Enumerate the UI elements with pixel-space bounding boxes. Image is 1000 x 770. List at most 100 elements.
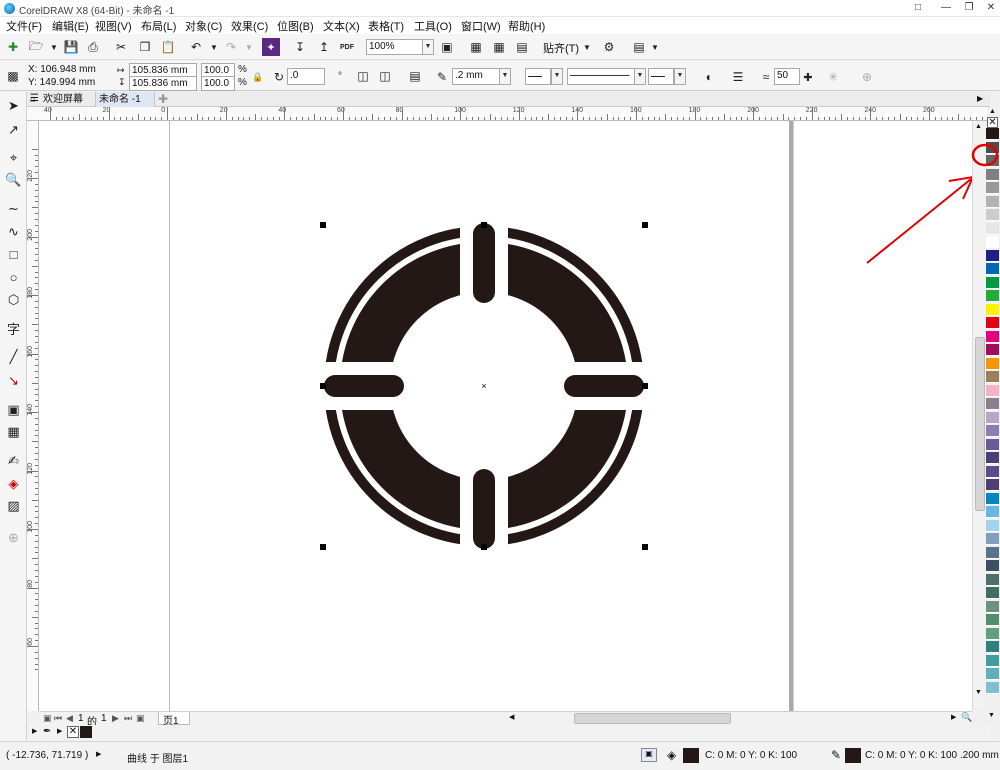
palette-swatch[interactable]	[986, 249, 999, 262]
menu-bitmaps[interactable]: 位图(B)	[277, 18, 314, 34]
undo-dropdown-icon[interactable]: ▼	[205, 38, 223, 56]
handle-top-left[interactable]	[320, 222, 326, 228]
smoothing-field[interactable]: 50	[774, 68, 800, 85]
snap-to-menu[interactable]: 贴齐(T)	[543, 40, 579, 56]
doc-palette-arrow-icon[interactable]: ▶	[32, 727, 37, 735]
palette-swatch[interactable]	[986, 573, 999, 586]
show-guidelines-icon[interactable]: ▤	[513, 38, 531, 56]
color-proof-icon[interactable]: ▣	[641, 748, 657, 762]
palette-swatch[interactable]	[986, 519, 999, 532]
scroll-up-icon[interactable]: ▲	[975, 123, 982, 130]
crop-tool-icon[interactable]: ⌖	[4, 148, 23, 167]
zoom-tool-icon[interactable]: 🔍	[4, 170, 23, 189]
menu-layout[interactable]: 布局(L)	[141, 18, 176, 34]
palette-swatch[interactable]	[986, 425, 999, 437]
new-tab-icon[interactable]: ✚	[157, 93, 169, 105]
close-curve-icon[interactable]: ◖	[699, 68, 717, 86]
palette-scroll-down-icon[interactable]: ▼	[988, 712, 995, 719]
outline-pen-status-icon[interactable]: ✎	[831, 748, 841, 762]
launcher-dropdown-icon[interactable]: ▼	[646, 38, 664, 56]
handle-bottom-center[interactable]	[481, 544, 487, 550]
lifebuoy-shape[interactable]: ×	[319, 221, 649, 551]
show-rulers-icon[interactable]: ▦	[467, 38, 485, 56]
line-style-dropdown-icon[interactable]: ▼	[634, 68, 646, 85]
handle-middle-right[interactable]	[642, 383, 648, 389]
hscroll-right-icon[interactable]: ▶	[951, 713, 956, 721]
scale-height-field[interactable]: 100.0	[201, 76, 235, 91]
palette-swatch[interactable]	[986, 546, 999, 559]
export-icon[interactable]: ↥	[315, 38, 333, 56]
palette-swatch[interactable]	[986, 627, 999, 640]
palette-swatch[interactable]	[986, 438, 999, 451]
palette-swatch[interactable]	[986, 465, 999, 478]
fill-color-swatch[interactable]	[683, 748, 699, 763]
redo-dropdown-icon[interactable]: ▼	[240, 38, 258, 56]
doc-palette-menu-icon[interactable]: ▶	[57, 727, 62, 735]
y-position-field[interactable]: Y: 149.994 mm	[26, 76, 106, 91]
freehand-tool-icon[interactable]: ∼	[4, 199, 23, 218]
smoothing-slider-icon[interactable]: ✚	[799, 68, 817, 86]
open-folder-icon[interactable]: 🗁	[27, 38, 45, 56]
rotation-field[interactable]: .0	[287, 68, 325, 85]
doc-black-swatch[interactable]	[80, 726, 92, 738]
ellipse-tool-icon[interactable]: ○	[4, 268, 23, 287]
handle-bottom-left[interactable]	[320, 544, 326, 550]
fill-bucket-icon[interactable]: ◈	[667, 748, 676, 762]
horizontal-scroll-thumb[interactable]	[574, 713, 731, 724]
outline-color-swatch[interactable]	[845, 748, 861, 763]
palette-swatch[interactable]	[986, 168, 999, 181]
undo-icon[interactable]: ↶	[187, 38, 205, 56]
polygon-tool-icon[interactable]: ⬡	[4, 290, 23, 309]
palette-swatch[interactable]	[986, 492, 999, 505]
copy-icon[interactable]: ❐	[136, 38, 154, 56]
vertical-ruler[interactable]: 220 200 180 160 140 120 100 80 60	[27, 121, 39, 711]
palette-swatch[interactable]	[986, 641, 999, 653]
palette-swatch[interactable]	[986, 263, 999, 275]
pick-tool-icon[interactable]: ➤	[4, 96, 23, 115]
add-property-icon[interactable]: ⊕	[858, 68, 876, 86]
handle-middle-left[interactable]	[320, 383, 326, 389]
add-page-icon[interactable]: ▣	[136, 713, 145, 724]
palette-swatch[interactable]	[986, 276, 999, 289]
palette-swatch[interactable]	[986, 668, 999, 680]
menu-window[interactable]: 窗口(W)	[461, 18, 501, 34]
menu-effects[interactable]: 效果(C)	[231, 18, 268, 34]
palette-swatch[interactable]	[986, 411, 999, 424]
drop-shadow-icon[interactable]: ▣	[4, 400, 23, 419]
minimize-button[interactable]: —	[938, 1, 954, 15]
palette-scroll-up-icon[interactable]: ▲	[989, 108, 996, 115]
palette-swatch[interactable]	[986, 317, 999, 329]
outline-width-dropdown-icon[interactable]: ▼	[499, 68, 511, 85]
publish-pdf-icon[interactable]: PDF	[338, 38, 356, 56]
smart-fill-icon[interactable]: ▨	[4, 496, 23, 515]
previous-page-icon[interactable]: ◀	[66, 713, 73, 724]
eyedropper-icon[interactable]: ✍	[4, 451, 23, 470]
palette-swatch[interactable]	[986, 303, 999, 316]
horizontal-ruler[interactable]: 4020020406080100120140160180200220240260	[37, 107, 987, 121]
user-icon[interactable]: □	[910, 1, 926, 15]
wrap-text-icon[interactable]: ▤	[406, 67, 424, 85]
start-arrow-dropdown-icon[interactable]: ▼	[551, 68, 563, 85]
palette-swatch[interactable]	[986, 681, 999, 694]
outline-width-field[interactable]: .2 mm	[452, 68, 500, 85]
palette-swatch[interactable]	[986, 236, 999, 248]
handle-top-center[interactable]	[481, 222, 487, 228]
menu-edit[interactable]: 编辑(E)	[52, 18, 89, 34]
interactive-fill-icon[interactable]: ◈	[4, 474, 23, 493]
zoom-dropdown-icon[interactable]: ▼	[422, 39, 434, 55]
handle-top-right[interactable]	[642, 222, 648, 228]
status-arrow-icon[interactable]: ▶	[96, 750, 101, 758]
open-dropdown-icon[interactable]: ▼	[45, 38, 63, 56]
first-page-icon[interactable]: ⏮	[54, 713, 62, 724]
end-arrow-dropdown-icon[interactable]: ▼	[674, 68, 686, 85]
next-page-icon[interactable]: ▶	[112, 713, 119, 724]
line-style-field[interactable]: ───────	[567, 68, 635, 85]
rectangle-tool-icon[interactable]: □	[4, 245, 23, 264]
height-field[interactable]: 105.836 mm	[129, 76, 197, 91]
connector-tool-icon[interactable]: ↘	[4, 371, 23, 390]
curve-smoothing-icon[interactable]: ≈	[757, 68, 775, 86]
menu-object[interactable]: 对象(C)	[185, 18, 222, 34]
palette-swatch[interactable]	[986, 479, 999, 491]
palette-swatch[interactable]	[986, 330, 999, 343]
menu-text[interactable]: 文本(X)	[323, 18, 360, 34]
